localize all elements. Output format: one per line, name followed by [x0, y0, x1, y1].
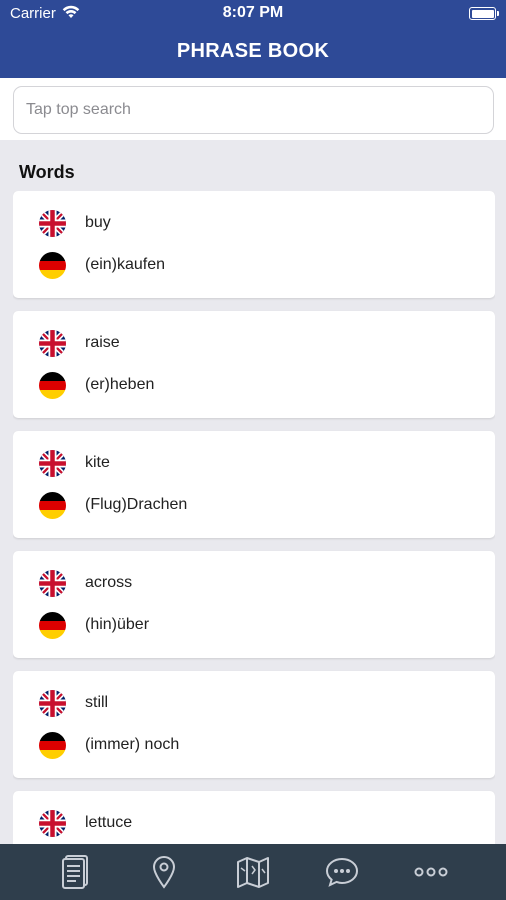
word-card[interactable]: lettuce [13, 791, 495, 844]
german-row: (ein)kaufen [39, 251, 165, 279]
search-input[interactable] [13, 86, 494, 134]
word-card[interactable]: still (immer) noch [13, 671, 495, 778]
german-row: (er)heben [39, 371, 154, 399]
german-word: (Flug)Drachen [85, 496, 188, 513]
english-word: buy [85, 214, 111, 231]
german-row: (Flug)Drachen [39, 491, 187, 519]
uk-flag-icon [39, 569, 66, 597]
germany-flag-icon [39, 491, 66, 519]
english-word: lettuce [85, 814, 133, 831]
english-word: still [85, 694, 109, 711]
phrasebook-icon [61, 855, 88, 889]
english-row: lettuce [39, 809, 132, 837]
battery-icon [469, 7, 499, 20]
english-word: kite [85, 454, 110, 471]
german-word: (er)heben [85, 376, 155, 393]
english-word: across [85, 574, 133, 591]
word-card[interactable]: buy (ein)kaufen [13, 191, 495, 298]
german-row: (immer) noch [39, 731, 179, 759]
word-card[interactable]: raise (er)heben [13, 311, 495, 418]
germany-flag-icon [39, 371, 66, 399]
status-time: 8:07 PM [222, 4, 284, 21]
section-title: Words [19, 162, 75, 182]
location-pin-icon [152, 856, 175, 889]
uk-flag-icon [39, 449, 66, 477]
page-title: PHRASE BOOK [176, 40, 330, 62]
english-word: raise [85, 334, 120, 351]
word-card[interactable]: kite (Flug)Drachen [13, 431, 495, 538]
more-icon [414, 867, 448, 877]
german-word: (hin)über [85, 616, 150, 633]
german-word: (immer) noch [85, 736, 180, 753]
uk-flag-icon [39, 809, 66, 837]
header: Carrier 8:07 PM PHRASE BOOK [0, 0, 506, 78]
germany-flag-icon [39, 611, 66, 639]
germany-flag-icon [39, 731, 66, 759]
search-bar [0, 78, 506, 140]
english-row: kite [39, 449, 110, 477]
germany-flag-icon [39, 251, 66, 279]
tab-chat[interactable] [322, 852, 362, 892]
chat-icon [326, 857, 359, 887]
tab-more[interactable] [411, 852, 451, 892]
uk-flag-icon [39, 329, 66, 357]
tab-phrasebook[interactable] [55, 852, 95, 892]
uk-flag-icon [39, 209, 66, 237]
english-row: still [39, 689, 108, 717]
tab-map[interactable] [233, 852, 273, 892]
english-row: across [39, 569, 132, 597]
word-card[interactable]: across (hin)über [13, 551, 495, 658]
german-row: (hin)über [39, 611, 149, 639]
german-word: (ein)kaufen [85, 256, 166, 273]
map-icon [236, 857, 269, 888]
english-row: buy [39, 209, 111, 237]
tab-bar [0, 844, 506, 900]
word-list: buy (ein)kaufen raise (er)heben kite (Flug)Dr… [13, 191, 495, 844]
english-row: raise [39, 329, 120, 357]
tab-location[interactable] [144, 852, 184, 892]
uk-flag-icon [39, 689, 66, 717]
status-bar: Carrier 8:07 PM [0, 0, 506, 28]
